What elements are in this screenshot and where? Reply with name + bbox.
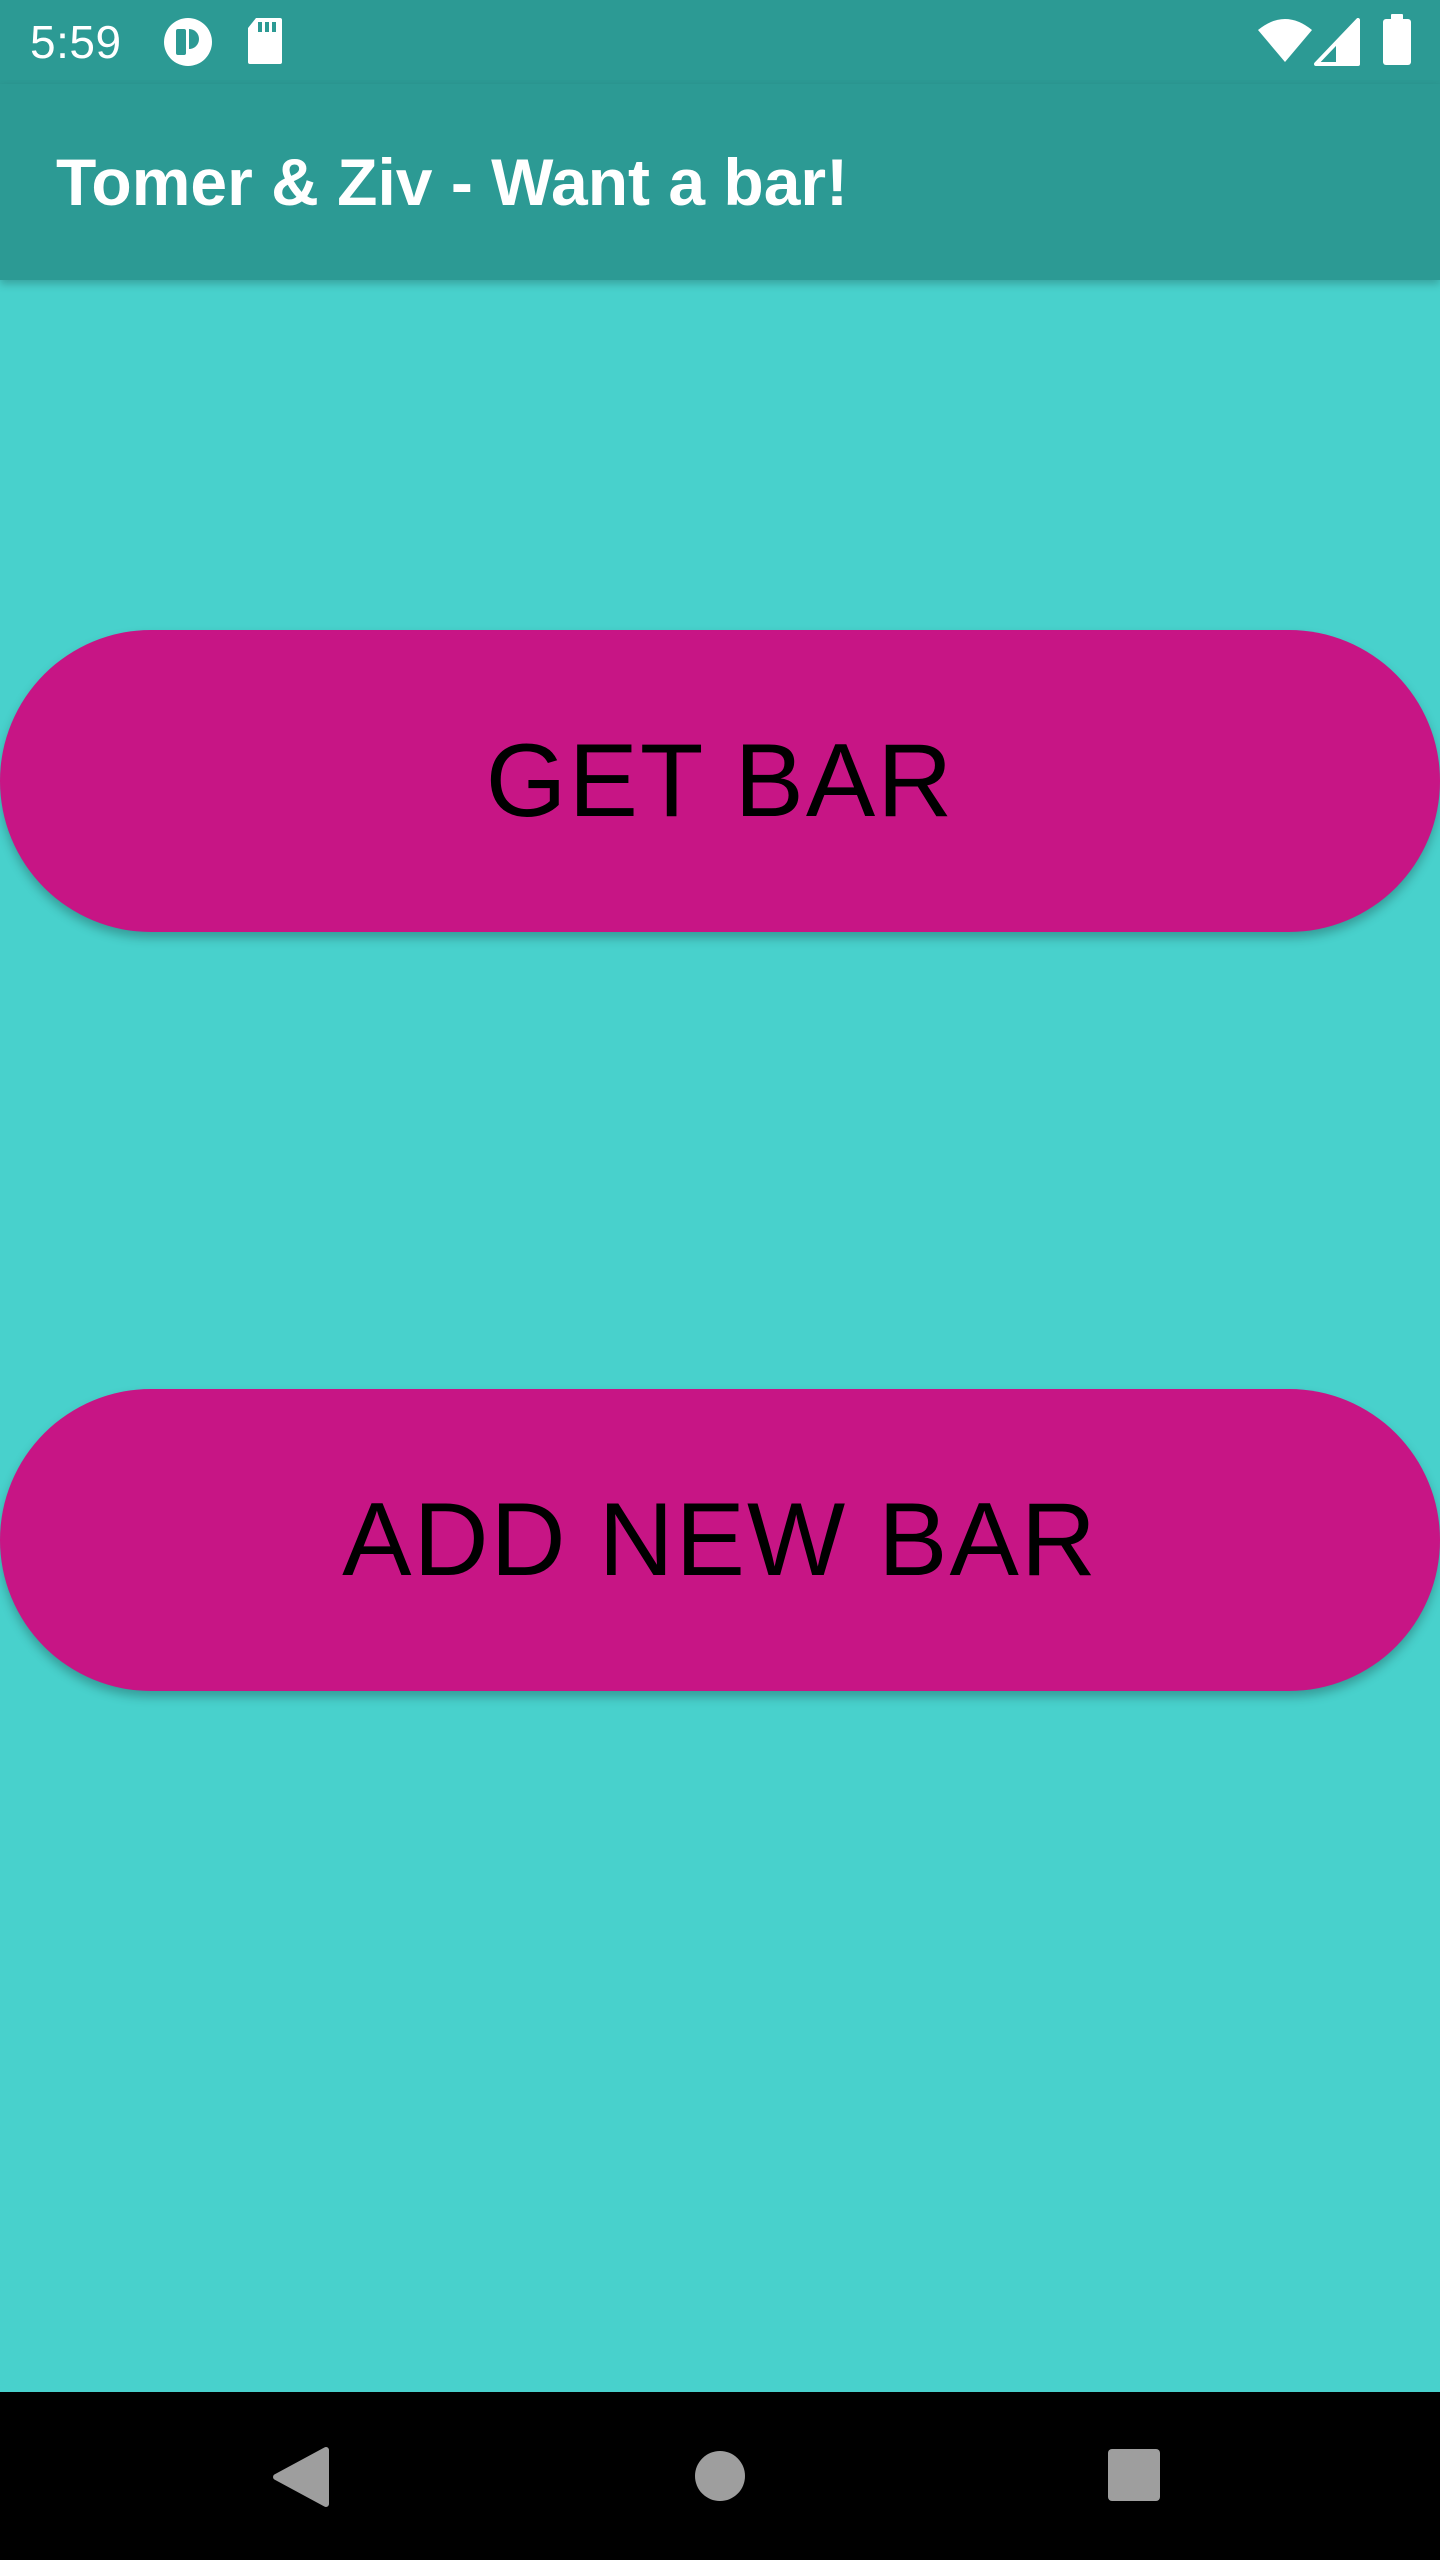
main-content: GET BAR ADD NEW BAR	[0, 280, 1440, 2392]
app-title: Tomer & Ziv - Want a bar!	[56, 145, 849, 219]
wifi-icon	[1258, 19, 1312, 62]
home-icon[interactable]	[620, 2392, 820, 2560]
get-bar-button[interactable]: GET BAR	[0, 630, 1440, 932]
notification-app-icon	[164, 18, 212, 66]
sd-card-icon	[248, 18, 282, 64]
battery-icon	[1383, 14, 1411, 65]
navigation-bar	[0, 2392, 1440, 2560]
status-bar: 5:59	[0, 0, 1440, 84]
recents-icon[interactable]	[1034, 2392, 1234, 2560]
app-bar: Tomer & Ziv - Want a bar!	[0, 84, 1440, 280]
back-icon[interactable]	[200, 2392, 400, 2560]
add-new-bar-button[interactable]: ADD NEW BAR	[0, 1389, 1440, 1691]
cell-signal-icon	[1314, 18, 1360, 66]
status-time: 5:59	[30, 16, 122, 68]
